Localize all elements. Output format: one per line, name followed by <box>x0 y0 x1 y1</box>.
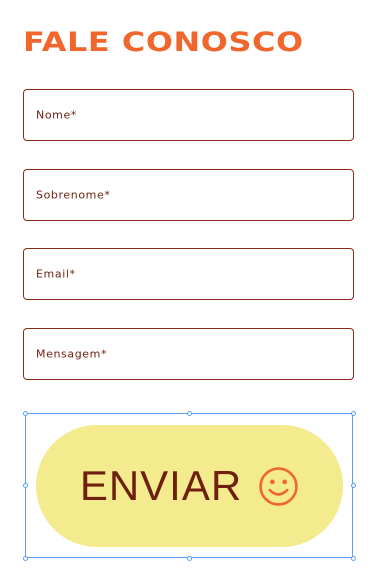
resize-handle-middle-left[interactable] <box>23 483 28 488</box>
resize-handle-top-right[interactable] <box>351 411 356 416</box>
resize-handle-middle-right[interactable] <box>351 483 356 488</box>
last-name-field[interactable]: Sobrenome* <box>23 169 354 221</box>
submit-button-label: ENVIAR <box>79 462 243 509</box>
email-label: Email* <box>36 267 76 281</box>
resize-handle-top-left[interactable] <box>23 411 28 416</box>
last-name-label: Sobrenome* <box>36 188 111 202</box>
first-name-field[interactable]: Nome* <box>23 89 354 141</box>
resize-handle-bottom-center[interactable] <box>187 556 192 561</box>
resize-handle-top-center[interactable] <box>187 411 192 416</box>
message-label: Mensagem* <box>36 347 108 361</box>
resize-handle-bottom-left[interactable] <box>23 556 28 561</box>
message-field[interactable]: Mensagem* <box>23 328 354 380</box>
first-name-label: Nome* <box>36 108 77 122</box>
smile-icon <box>259 466 298 506</box>
email-field[interactable]: Email* <box>23 248 354 300</box>
submit-button[interactable]: ENVIAR <box>36 425 343 547</box>
page-title: FALE CONOSCO <box>23 27 304 58</box>
resize-handle-bottom-right[interactable] <box>351 556 356 561</box>
